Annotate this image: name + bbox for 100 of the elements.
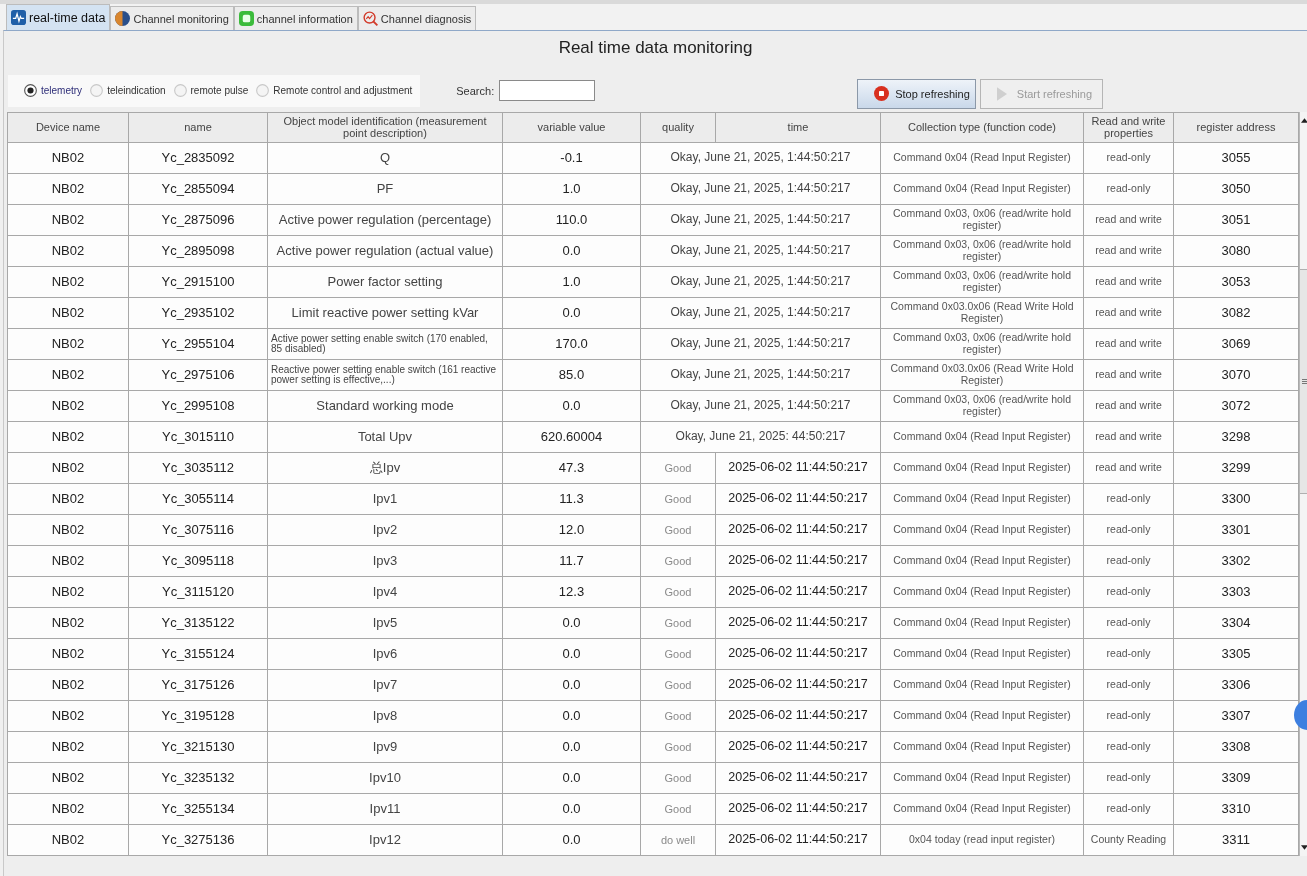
table-cell: 2025-06-02 11:44:50:217	[715, 793, 881, 825]
split-circle-icon	[115, 11, 131, 26]
table-cell: NB02	[7, 638, 129, 670]
table-cell: NB02	[7, 173, 129, 205]
table-cell: Yc_3115120	[128, 576, 268, 608]
table-cell: 110.0	[502, 204, 641, 236]
table-cell: NB02	[7, 359, 129, 391]
table-cell: read and write	[1083, 359, 1174, 391]
table-cell: Command 0x03, 0x06 (read/write hold register)	[880, 266, 1084, 298]
table-cell: Yc_3195128	[128, 700, 268, 732]
scroll-up-icon[interactable]	[1300, 118, 1307, 123]
table-cell: Yc_3175126	[128, 669, 268, 701]
table-cell: 3070	[1173, 359, 1299, 391]
waveform-icon	[11, 10, 26, 25]
table-cell: 0.0	[502, 390, 641, 422]
scroll-down-icon[interactable]	[1300, 845, 1307, 850]
table-cell: Good	[640, 607, 716, 639]
scrollbar-thumb[interactable]	[1300, 269, 1307, 494]
radio-button[interactable]	[24, 84, 37, 97]
table-cell: Command 0x04 (Read Input Register)	[880, 638, 1084, 670]
table-cell: Okay, June 21, 2025, 1:44:50:217	[640, 359, 881, 391]
table-cell: 1.0	[502, 266, 641, 298]
table-cell: 0x04 today (read input register)	[880, 824, 1084, 856]
table-cell: read-only	[1083, 545, 1174, 577]
table-cell: NB02	[7, 607, 129, 639]
table-cell: NB02	[7, 142, 129, 174]
table-cell: Good	[640, 452, 716, 484]
table-cell: Command 0x04 (Read Input Register)	[880, 545, 1084, 577]
column-header: Collection type (function code)	[880, 112, 1084, 143]
table-cell: Yc_3275136	[128, 824, 268, 856]
table-cell: read-only	[1083, 576, 1174, 608]
table-cell: 0.0	[502, 607, 641, 639]
table-cell: 3310	[1173, 793, 1299, 825]
table-cell: NB02	[7, 762, 129, 794]
table-cell: 3303	[1173, 576, 1299, 608]
table-cell: 3072	[1173, 390, 1299, 422]
table-cell: Active power setting enable switch (170 enabled, 85 disabled)	[267, 328, 503, 360]
stop-refreshing-button[interactable]: Stop refreshing	[857, 78, 976, 109]
table-cell: 2025-06-02 11:44:50:217	[715, 514, 881, 546]
table-cell: NB02	[7, 390, 129, 422]
column-header: quality	[640, 112, 716, 143]
table-cell: 2025-06-02 11:44:50:217	[715, 638, 881, 670]
table-cell: Yc_3055114	[128, 483, 268, 515]
table-cell: read and write	[1083, 297, 1174, 329]
table-cell: 47.3	[502, 452, 641, 484]
table-cell: Ipv10	[267, 762, 503, 794]
table-cell: NB02	[7, 700, 129, 732]
table-cell: Good	[640, 545, 716, 577]
tab[interactable]: channel information	[233, 6, 358, 30]
table-cell: Yc_2855094	[128, 173, 268, 205]
radio-label[interactable]: remote pulse	[190, 85, 249, 96]
table-cell: Command 0x04 (Read Input Register)	[880, 142, 1084, 174]
table-cell: Yc_3155124	[128, 638, 268, 670]
table-cell: 85.0	[502, 359, 641, 391]
table-cell: read and write	[1083, 235, 1174, 267]
table-cell: NB02	[7, 514, 129, 546]
table-cell: read and write	[1083, 204, 1174, 236]
table-cell: 3306	[1173, 669, 1299, 701]
table-cell: 170.0	[502, 328, 641, 360]
column-header: register address	[1173, 112, 1299, 143]
scrollbar[interactable]	[1299, 112, 1307, 856]
table-cell: Okay, June 21, 2025, 1:44:50:217	[640, 390, 881, 422]
search-field[interactable]	[499, 80, 596, 101]
table-cell: NB02	[7, 266, 129, 298]
table-cell: Good	[640, 638, 716, 670]
table-cell: Command 0x04 (Read Input Register)	[880, 483, 1084, 515]
table-cell: Yc_3135122	[128, 607, 268, 639]
square-icon	[238, 11, 254, 26]
tab[interactable]: real-time data	[6, 4, 111, 30]
table-cell: read-only	[1083, 793, 1174, 825]
table-cell: Command 0x04 (Read Input Register)	[880, 731, 1084, 763]
radio-label[interactable]: telemetry	[41, 85, 83, 96]
table-cell: 3055	[1173, 142, 1299, 174]
table-cell: 0.0	[502, 824, 641, 856]
table-cell: Yc_3215130	[128, 731, 268, 763]
tab[interactable]: Channel monitoring	[110, 6, 234, 30]
radio-label[interactable]: teleindication	[107, 85, 166, 96]
table-cell: Yc_2995108	[128, 390, 268, 422]
column-header: name	[128, 112, 268, 143]
table-cell: 3308	[1173, 731, 1299, 763]
radio-label[interactable]: Remote control and adjustment	[273, 85, 413, 96]
grip-icon	[1301, 379, 1307, 384]
table-cell: Good	[640, 576, 716, 608]
table-cell: Reactive power setting enable switch (161 reactive power setting is effective,...)	[267, 359, 503, 391]
table-cell: 12.0	[502, 514, 641, 546]
table-cell: do well	[640, 824, 716, 856]
table-cell: 12.3	[502, 576, 641, 608]
table-cell: 0.0	[502, 793, 641, 825]
tab[interactable]: Channel diagnosis	[357, 6, 477, 30]
table-cell: 2025-06-02 11:44:50:217	[715, 452, 881, 484]
table-cell: Yc_2875096	[128, 204, 268, 236]
table-cell: Ipv2	[267, 514, 503, 546]
table-cell: 0.0	[502, 762, 641, 794]
table-cell: Yc_2895098	[128, 235, 268, 267]
table-cell: Command 0x04 (Read Input Register)	[880, 173, 1084, 205]
table-cell: Ipv4	[267, 576, 503, 608]
search-label: Search:	[456, 84, 495, 97]
table-cell: Ipv5	[267, 607, 503, 639]
table-cell: Q	[267, 142, 503, 174]
table-cell: read-only	[1083, 142, 1174, 174]
